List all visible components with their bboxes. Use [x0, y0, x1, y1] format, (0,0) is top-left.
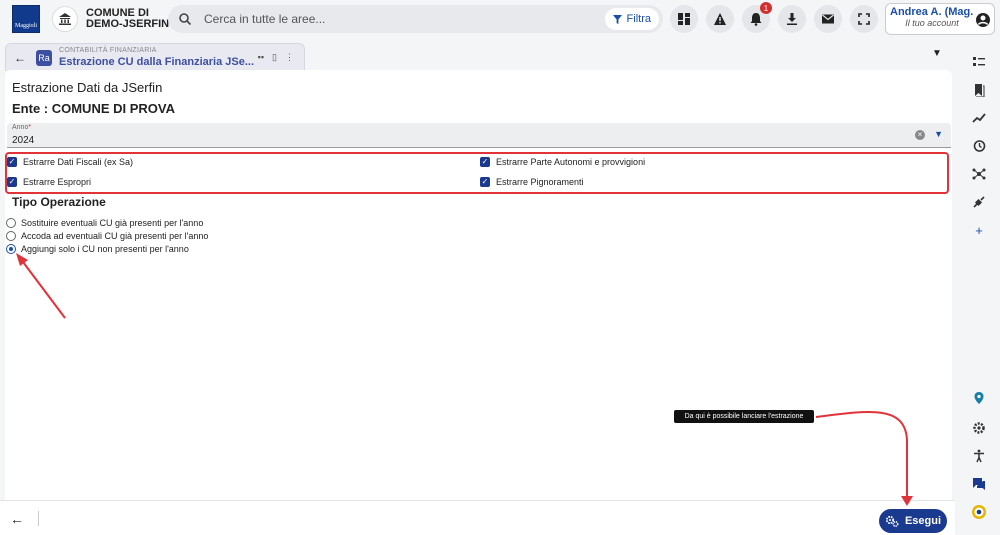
maggioli-logo[interactable]: Maggioli: [12, 5, 40, 33]
chat-icon[interactable]: [971, 476, 987, 492]
user-name: Andrea A. (Mag...: [890, 6, 974, 18]
list-icon[interactable]: [971, 54, 987, 70]
tab-category: CONTABILITÀ FINANZIARIA: [59, 47, 157, 54]
tab-strip: ← Ra CONTABILITÀ FINANZIARIA Estrazione …: [0, 38, 955, 71]
fullscreen-button[interactable]: [850, 5, 878, 33]
account-button[interactable]: Andrea A. (Mag... Il tuo account: [885, 3, 995, 35]
gears-icon: [885, 515, 899, 527]
main-panel: Estrazione Dati da JSerfin Ente : COMUNE…: [5, 70, 952, 500]
search-input[interactable]: Cerca in tutte le aree...: [204, 12, 325, 26]
module-icon: Ra: [36, 50, 52, 66]
checkbox-parte-autonomi[interactable]: ✓ Estrarre Parte Autonomi e provvigioni: [480, 157, 645, 167]
checkbox-dati-fiscali[interactable]: ✓ Estrarre Dati Fiscali (ex Sa): [7, 157, 133, 167]
tab-title: Estrazione CU dalla Finanziaria JSe...: [59, 56, 255, 68]
radio-accoda[interactable]: Accoda ad eventuali CU già presenti per …: [6, 231, 208, 241]
clear-icon[interactable]: ×: [915, 130, 925, 140]
bookmarks-icon[interactable]: [971, 82, 987, 98]
tipo-operazione-title: Tipo Operazione: [12, 195, 106, 209]
bottom-bar: ← Esegui: [0, 500, 955, 535]
back-arrow-icon[interactable]: ←: [10, 511, 24, 527]
checkbox-espropri[interactable]: ✓ Estrarre Espropri: [7, 177, 91, 187]
user-subtitle: Il tuo account: [905, 18, 959, 28]
checkbox-label: Estrarre Pignoramenti: [496, 177, 584, 187]
page-title: Estrazione Dati da JSerfin: [12, 80, 163, 95]
radio-checked-icon[interactable]: [6, 244, 16, 254]
right-rail: +: [958, 38, 1000, 535]
checkbox-label: Estrarre Dati Fiscali (ex Sa): [23, 157, 134, 167]
warning-icon: [714, 13, 726, 25]
ente-selector[interactable]: COMUNE DI DEMO-JSERFIN: [52, 4, 169, 34]
accessibility-icon[interactable]: [971, 448, 987, 464]
checkbox-checked-icon[interactable]: ✓: [480, 177, 490, 187]
download-button[interactable]: [778, 5, 806, 33]
filter-button[interactable]: Filtra: [604, 8, 659, 30]
radio-label: Aggiungi solo i CU non presenti per l'an…: [21, 244, 189, 254]
execute-label: Esegui: [904, 515, 942, 527]
more-vert-icon[interactable]: ⋮: [285, 52, 294, 63]
anno-field[interactable]: Anno* 2024 × ▼: [7, 123, 951, 148]
account-circle-icon: [976, 13, 990, 27]
dashboard-button[interactable]: [670, 5, 698, 33]
divider: [38, 511, 39, 526]
warning-button[interactable]: [706, 5, 734, 33]
top-bar: Maggioli COMUNE DI DEMO-JSERFIN Cerca in…: [0, 0, 1000, 38]
radio-label: Sostituire eventuali CU già presenti per…: [21, 218, 204, 228]
tab-back-arrow-icon[interactable]: ←: [14, 51, 26, 65]
highlight-box: [5, 152, 949, 194]
checkbox-checked-icon[interactable]: ✓: [7, 177, 17, 187]
anno-label: Anno*: [12, 124, 32, 131]
ente-label: Ente : COMUNE DI PROVA: [12, 101, 175, 116]
bell-icon: [750, 13, 762, 26]
hub-icon[interactable]: [971, 166, 987, 182]
mail-icon: [822, 14, 834, 24]
dashboard-icon: [678, 13, 690, 25]
support-icon[interactable]: [971, 504, 987, 520]
fullscreen-icon: [858, 13, 870, 25]
filter-label: Filtra: [626, 13, 651, 25]
radio-unchecked-icon[interactable]: [6, 231, 16, 241]
radio-sostituire[interactable]: Sostituire eventuali CU già presenti per…: [6, 218, 203, 228]
download-icon: [787, 13, 797, 25]
split-view-icon[interactable]: ▪▪: [258, 52, 264, 63]
plug-icon[interactable]: [971, 194, 987, 210]
execute-button[interactable]: Esegui: [879, 509, 947, 533]
bookmark-icon[interactable]: ▯: [272, 52, 277, 63]
ente-name-line2: DEMO-JSERFIN: [86, 18, 170, 30]
tab-estrazione-cu[interactable]: ← Ra CONTABILITÀ FINANZIARIA Estrazione …: [5, 43, 305, 71]
chevron-down-icon[interactable]: ▼: [932, 48, 942, 59]
radio-label: Accoda ad eventuali CU già presenti per …: [21, 231, 209, 241]
building-icon: [52, 6, 78, 32]
notification-badge: 1: [760, 2, 772, 14]
mail-button[interactable]: [814, 5, 842, 33]
checkbox-pignoramenti[interactable]: ✓ Estrarre Pignoramenti: [480, 177, 584, 187]
gear-icon[interactable]: [971, 420, 987, 436]
chevron-down-icon[interactable]: ▼: [934, 129, 943, 139]
anno-value[interactable]: 2024: [12, 135, 34, 146]
location-icon[interactable]: [971, 390, 987, 406]
add-icon[interactable]: +: [971, 222, 987, 238]
history-icon[interactable]: [971, 138, 987, 154]
logo-text: Maggioli: [15, 23, 37, 29]
checkbox-label: Estrarre Espropri: [23, 177, 92, 187]
radio-unchecked-icon[interactable]: [6, 218, 16, 228]
checkbox-checked-icon[interactable]: ✓: [7, 157, 17, 167]
tooltip: Da qui è possibile lanciare l'estrazione: [674, 410, 814, 423]
filter-icon: [612, 14, 622, 24]
checkbox-checked-icon[interactable]: ✓: [480, 157, 490, 167]
global-search[interactable]: Cerca in tutte le aree... Filtra: [168, 5, 663, 33]
trending-icon[interactable]: [971, 110, 987, 126]
checkbox-label: Estrarre Parte Autonomi e provvigioni: [496, 157, 646, 167]
radio-aggiungi[interactable]: Aggiungi solo i CU non presenti per l'an…: [6, 244, 189, 254]
notifications-button[interactable]: 1: [742, 2, 772, 33]
search-icon: [179, 13, 192, 26]
